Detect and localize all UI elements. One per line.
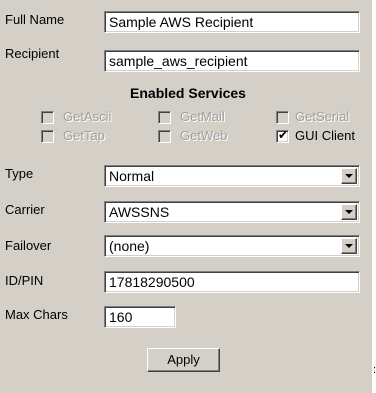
carrier-value: AWSSNS [109, 204, 170, 220]
getmail-checkbox [158, 111, 171, 124]
getweb-label: GetWeb [180, 128, 228, 143]
failover-value: (none) [109, 238, 150, 254]
chevron-down-icon[interactable] [341, 238, 357, 254]
getascii-label: GetAscii [63, 109, 112, 124]
recipient-label: Recipient [5, 46, 60, 61]
getserial-checkbox [276, 111, 289, 124]
recipient-form-panel: Full Name Sample AWS Recipient Recipient… [0, 0, 372, 393]
getascii-checkbox [41, 111, 54, 124]
chevron-down-icon[interactable] [341, 168, 357, 184]
maxchars-value: 160 [109, 309, 133, 325]
apply-button[interactable]: Apply [147, 348, 220, 372]
type-select[interactable]: Normal [104, 165, 360, 187]
gui-client-checkbox[interactable]: ✔ [276, 128, 289, 143]
idpin-value: 17818290500 [109, 274, 195, 290]
full-name-value: Sample AWS Recipient [109, 14, 254, 30]
idpin-input[interactable]: 17818290500 [104, 271, 360, 293]
recipient-value: sample_aws_recipient [109, 53, 248, 69]
getmail-label: GetMail [180, 109, 225, 124]
enabled-services-title: Enabled Services [130, 85, 246, 101]
recipient-input[interactable]: sample_aws_recipient [104, 50, 360, 72]
carrier-select[interactable]: AWSSNS [104, 201, 360, 223]
idpin-label: ID/PIN [5, 273, 44, 288]
getweb-checkbox [158, 130, 171, 143]
full-name-label: Full Name [5, 12, 65, 27]
chevron-down-icon[interactable] [341, 204, 357, 220]
checkmark-icon: ✔ [278, 128, 289, 142]
failover-select[interactable]: (none) [104, 235, 360, 257]
type-label: Type [5, 166, 34, 181]
full-name-input[interactable]: Sample AWS Recipient [104, 11, 360, 33]
failover-label: Failover [5, 238, 52, 253]
gettap-checkbox [41, 130, 54, 143]
maxchars-input[interactable]: 160 [104, 306, 176, 328]
getserial-label: GetSerial [295, 109, 350, 124]
maxchars-label: Max Chars [5, 307, 68, 322]
gui-client-label[interactable]: GUI Client [295, 128, 355, 144]
gettap-label: GetTap [63, 128, 105, 143]
carrier-label: Carrier [5, 202, 45, 217]
type-value: Normal [109, 168, 155, 184]
